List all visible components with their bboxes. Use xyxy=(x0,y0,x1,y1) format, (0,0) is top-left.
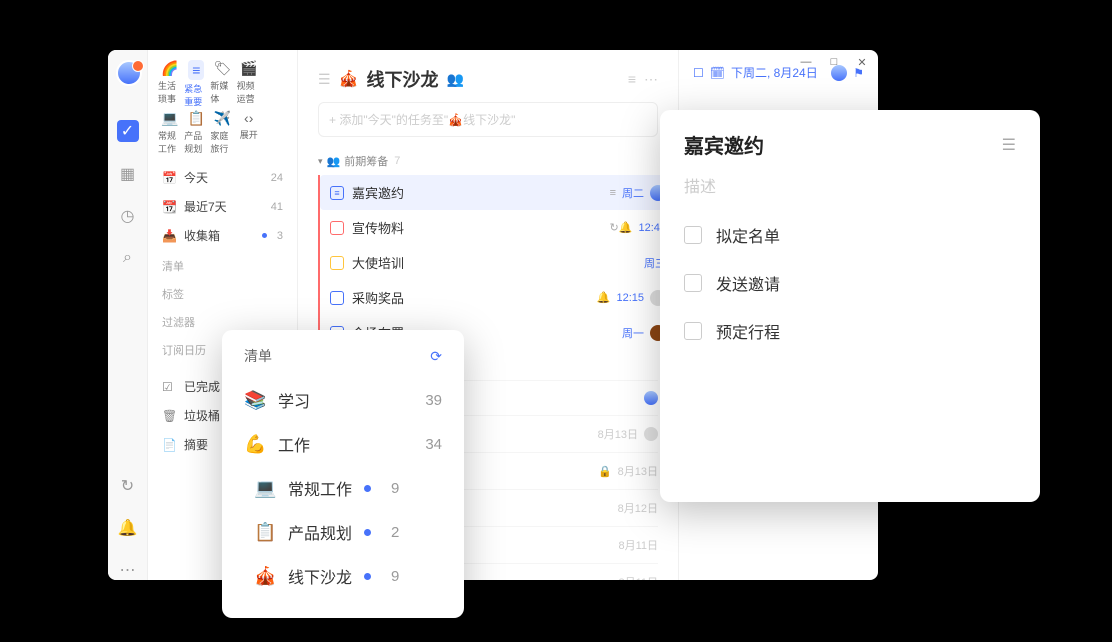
inbox-icon: 📥 xyxy=(162,229,178,243)
add-task-input[interactable]: + 添加"今天"的任务至"🎪线下沙龙" xyxy=(318,102,658,137)
smart-expand-placeholder xyxy=(263,60,287,108)
task-date: 8月11日 xyxy=(618,574,658,580)
section-tags[interactable]: 标签 xyxy=(154,278,291,306)
subtask-row[interactable]: 拟定名单 xyxy=(684,211,1016,259)
window-minimize-icon[interactable]: — xyxy=(800,56,812,68)
subtask-checkbox[interactable] xyxy=(684,226,702,244)
nav-calendar-icon[interactable]: ▦ xyxy=(118,164,138,184)
section-toggle[interactable]: ▾ 👥 前期筹备 7 xyxy=(298,147,678,175)
calendar-icon: 📅 xyxy=(162,171,178,185)
trash-icon: 🗑 xyxy=(162,409,178,423)
subtask-checkbox[interactable] xyxy=(684,274,702,292)
popup-title: 清单 xyxy=(244,346,272,366)
nav-tasks-icon[interactable]: ✓ xyxy=(117,120,139,142)
task-date: 8月12日 xyxy=(618,500,658,516)
repeat-alarm-icon: ↻🔔 xyxy=(610,221,633,234)
task-checkbox[interactable] xyxy=(330,291,344,305)
toggle-sidebar-icon[interactable]: ☰ xyxy=(318,71,331,88)
unread-dot-icon xyxy=(262,233,267,238)
task-date: 8月13日 xyxy=(618,463,658,479)
books-icon: 📚 xyxy=(244,390,266,411)
subtask-icon: ≡ xyxy=(610,187,616,199)
subtask-label: 拟定名单 xyxy=(716,223,780,247)
smart-product[interactable]: 📋产品规划 xyxy=(184,110,208,155)
task-row[interactable]: 大使培训 周三 xyxy=(320,245,678,280)
more-icon[interactable]: ⋯ xyxy=(118,560,138,580)
subtask-label: 发送邀请 xyxy=(716,271,780,295)
alarm-icon: 🔔 xyxy=(597,291,611,304)
task-row[interactable]: ≡ 嘉宾邀约 ≡ 周二 xyxy=(320,175,678,210)
list-item[interactable]: 📚 学习 39 xyxy=(244,378,442,422)
description-placeholder[interactable]: 描述 xyxy=(684,173,1016,197)
smart-media[interactable]: 🏷新媒体 xyxy=(210,60,234,108)
check-icon: ☑ xyxy=(162,380,178,394)
subtask-label: 预定行程 xyxy=(716,319,780,343)
section-lists[interactable]: 清单 xyxy=(154,250,291,278)
list-item[interactable]: 🎪 线下沙龙 9 xyxy=(244,554,442,598)
subtask-row[interactable]: 发送邀请 xyxy=(684,259,1016,307)
nav-next7[interactable]: 📆 最近7天 41 xyxy=(154,192,291,221)
task-detail-popup: 嘉宾邀约 ☰ 描述 拟定名单 发送邀请 预定行程 xyxy=(660,110,1040,502)
nav-today[interactable]: 📅 今天 24 xyxy=(154,163,291,192)
doc-icon: 📄 xyxy=(162,438,178,452)
smart-urgent[interactable]: ≡紧急重要 xyxy=(184,60,208,108)
task-row[interactable]: 宣传物料 ↻🔔 12:45 xyxy=(320,210,678,245)
task-time: 12:15 xyxy=(616,292,644,304)
nav-pomo-icon[interactable]: ◷ xyxy=(118,206,138,226)
task-checkbox[interactable]: ≡ xyxy=(330,186,344,200)
list-item[interactable]: 📋 产品规划 2 xyxy=(244,510,442,554)
clipboard-icon: 📋 xyxy=(254,522,276,543)
color-dot-icon xyxy=(364,529,371,536)
list-emoji-icon: 🎪 xyxy=(339,69,359,89)
task-label: 嘉宾邀约 xyxy=(352,183,404,202)
assignee-avatar xyxy=(644,391,658,405)
window-maximize-icon[interactable]: □ xyxy=(828,56,840,68)
more-header-icon[interactable]: ⋯ xyxy=(644,71,658,88)
task-date: 周二 xyxy=(622,185,644,201)
list-item[interactable]: 💻 常规工作 9 xyxy=(244,466,442,510)
sync-icon[interactable]: ↻ xyxy=(118,476,138,496)
muscle-icon: 💪 xyxy=(244,434,266,455)
sync-icon[interactable]: ⟳ xyxy=(430,348,442,365)
detail-checkbox-icon[interactable]: ☐ xyxy=(693,66,704,80)
subtask-checkbox[interactable] xyxy=(684,322,702,340)
task-checkbox[interactable] xyxy=(330,221,344,235)
week-icon: 📆 xyxy=(162,200,178,214)
color-dot-icon xyxy=(364,485,371,492)
tent-icon: 🎪 xyxy=(254,566,276,587)
nav-search-icon[interactable]: ⌕ xyxy=(118,248,138,268)
list-item[interactable]: 💪 工作 34 xyxy=(244,422,442,466)
task-date: 周一 xyxy=(622,325,644,341)
chevron-down-icon: ▾ xyxy=(318,156,323,167)
detail-date-icon: 🗓 xyxy=(710,66,725,80)
task-row[interactable]: 采购奖品 🔔 12:15 xyxy=(320,280,678,315)
task-label: 宣传物料 xyxy=(352,218,404,237)
notification-icon[interactable]: 🔔 xyxy=(118,518,138,538)
task-label: 采购奖品 xyxy=(352,288,404,307)
smart-expand[interactable]: ‹›展开 xyxy=(237,110,261,155)
assignee-avatar xyxy=(644,427,658,441)
lock-icon: 🔒 xyxy=(598,465,612,478)
color-dot-icon xyxy=(364,573,371,580)
page-title: 线下沙龙 xyxy=(366,66,438,92)
menu-icon[interactable]: ☰ xyxy=(1002,135,1016,155)
subtask-row[interactable]: 预定行程 xyxy=(684,307,1016,355)
task-checkbox[interactable] xyxy=(330,256,344,270)
share-icon[interactable]: 👥 xyxy=(446,71,463,88)
avatar[interactable] xyxy=(116,60,142,86)
smart-work[interactable]: 💻常规工作 xyxy=(158,110,182,155)
smart-life[interactable]: 🌈生活琐事 xyxy=(158,60,182,108)
task-date: 8月13日 xyxy=(598,426,638,442)
smart-travel[interactable]: ✈️家庭旅行 xyxy=(210,110,234,155)
detail-title: 嘉宾邀约 xyxy=(684,130,764,159)
task-date: 8月11日 xyxy=(618,537,658,553)
window-close-icon[interactable]: ✕ xyxy=(856,56,868,68)
smart-video[interactable]: 🎬视频运营 xyxy=(237,60,261,108)
lists-popup: 清单 ⟳ 📚 学习 39 💪 工作 34 💻 常规工作 9 📋 产品规划 2 🎪… xyxy=(222,330,464,618)
task-label: 大使培训 xyxy=(352,253,404,272)
laptop-icon: 💻 xyxy=(254,478,276,499)
sort-icon[interactable]: ≡ xyxy=(628,71,636,87)
nav-inbox[interactable]: 📥 收集箱 3 xyxy=(154,221,291,250)
